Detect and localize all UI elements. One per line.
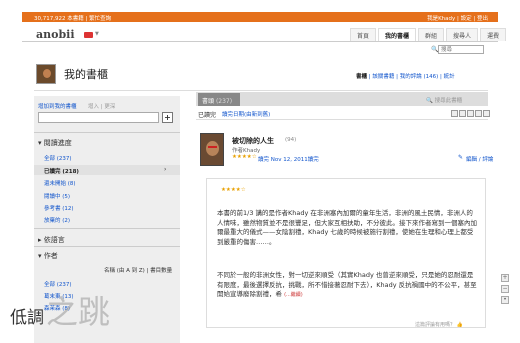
add-to-shelf-hint[interactable]: 增入 | 更深	[88, 102, 115, 110]
book-author[interactable]: 作者Khady	[232, 146, 260, 154]
top-bar: 30,717,922 本書籍 | 繁忙查詢 我是Khady | 設定 | 登出	[22, 12, 498, 22]
book-count: (94)	[285, 137, 297, 143]
shelf-search[interactable]: 🔍 搜尋此書櫃	[426, 96, 462, 104]
page-title: 我的書櫃	[64, 68, 108, 81]
sidebar-item-reference[interactable]: 參考書 (12)	[44, 204, 74, 212]
shelf-header-links: 書櫃 | 該關書籍 | 我的評論 (146) | 統計	[356, 74, 455, 80]
add-book-input[interactable]	[38, 112, 159, 123]
avatar[interactable]	[36, 64, 56, 84]
cover-view-icon[interactable]	[475, 110, 482, 117]
sidebar-item-finished[interactable]: 已讀完 (218)	[44, 167, 79, 175]
detail-view-icon[interactable]	[459, 110, 466, 117]
sidebar-item-abandoned[interactable]: 放棄的 (2)	[44, 216, 70, 224]
sidebar-divider	[34, 246, 180, 247]
chevron-down-icon[interactable]: ▼	[95, 31, 99, 37]
grid-view-icon[interactable]	[467, 110, 474, 117]
sidebar-item-all[interactable]: 全部 (237)	[44, 154, 72, 162]
nav-tab-find-people[interactable]: 搜尋人	[446, 28, 479, 41]
sidebar-item-reading[interactable]: 閱讀中 (5)	[44, 192, 70, 200]
tab-books[interactable]: 書頭 (237)	[198, 93, 240, 106]
sort-link[interactable]: 讀完日期(由新到舊)	[222, 110, 270, 118]
nav-tab-groups[interactable]: 群組	[418, 28, 445, 41]
read-date[interactable]: 讀完 Nov 12, 2011讀完	[258, 155, 319, 163]
search-input[interactable]	[438, 45, 484, 54]
sidebar-divider	[34, 132, 180, 133]
chevron-right-icon: ›	[164, 166, 167, 173]
minus-icon[interactable]: −	[501, 285, 509, 293]
header-divider	[34, 90, 488, 91]
authors-sort[interactable]: 名稱 (由 A 到 Z) | 書目數量	[104, 266, 172, 274]
nav-tab-home[interactable]: 首頁	[350, 28, 377, 41]
authors-heading[interactable]: ▾ 作者	[38, 251, 58, 261]
main-nav: 首頁 我的書櫃 群組 搜尋人 運費	[348, 28, 507, 41]
view-toggle	[450, 110, 490, 117]
edit-review-link[interactable]: 編輯 / 評論	[466, 155, 493, 163]
thumbs-up-icon: 👍	[456, 322, 463, 328]
language-heading[interactable]: ▸ 依語言	[38, 235, 65, 245]
nav-divider	[22, 41, 498, 42]
review-paragraph: 本書的前1/3 講的是作者Khady 在非洲塞內加爾的童年生活，非洲的風土民情，…	[217, 209, 477, 246]
shelf-view-icon[interactable]	[483, 110, 490, 117]
reading-status-heading[interactable]: ▾ 閱讀進度	[38, 138, 72, 148]
settings-icon[interactable]: •	[501, 296, 509, 304]
site-logo[interactable]: anobii	[36, 28, 75, 41]
add-to-shelf-label: 增加到我的書櫃	[38, 104, 77, 110]
list-view-icon[interactable]	[451, 110, 458, 117]
sidebar-item-not-started[interactable]: 還未開始 (8)	[44, 179, 76, 187]
my-reviews-link[interactable]: 我的評論 (146)	[400, 74, 439, 80]
user-links[interactable]: 我是Khady | 設定 | 登出	[427, 14, 488, 22]
filter-bar: 已讀完 讀完日期(由新到舊)	[196, 108, 488, 120]
shelf-link[interactable]: 書櫃	[356, 74, 367, 80]
side-controls: + − •	[501, 274, 511, 307]
review-paragraph: 不同於一般的非洲女性，對一切逆來順受（其實Khady 也曾逆來順受，只是她的忍耐…	[217, 271, 477, 298]
sidebar-divider	[34, 228, 180, 229]
star-rating[interactable]: ★★★★☆	[232, 154, 257, 160]
plus-icon[interactable]: +	[501, 274, 509, 282]
add-button[interactable]: +	[162, 112, 173, 123]
nav-tab-shipping[interactable]: 運費	[480, 28, 507, 41]
friends-books-link[interactable]: 該關書籍	[372, 74, 394, 80]
book-title[interactable]: 被切除的人生	[232, 136, 274, 146]
book-cover[interactable]	[200, 133, 224, 166]
pencil-icon[interactable]: ✎	[458, 154, 463, 161]
flag-icon[interactable]	[84, 32, 93, 38]
helpful-prompt[interactable]: 這篇評論有用嗎？ 👍	[415, 321, 463, 328]
stats-link[interactable]: 統計	[444, 74, 455, 80]
filter-status[interactable]: 已讀完	[198, 110, 216, 119]
nav-tab-my-shelf[interactable]: 我的書櫃	[378, 28, 417, 41]
site-stats: 30,717,922 本書籍 | 繁忙查詢	[34, 16, 112, 22]
review-box: ★★★★☆ 本書的前1/3 講的是作者Khady 在非洲塞內加爾的童年生活，非洲…	[206, 178, 486, 328]
watermark: 低調之跳	[10, 293, 111, 331]
review-stars: ★★★★☆	[221, 187, 246, 193]
read-more-link[interactable]: (...繼續)	[284, 292, 303, 298]
